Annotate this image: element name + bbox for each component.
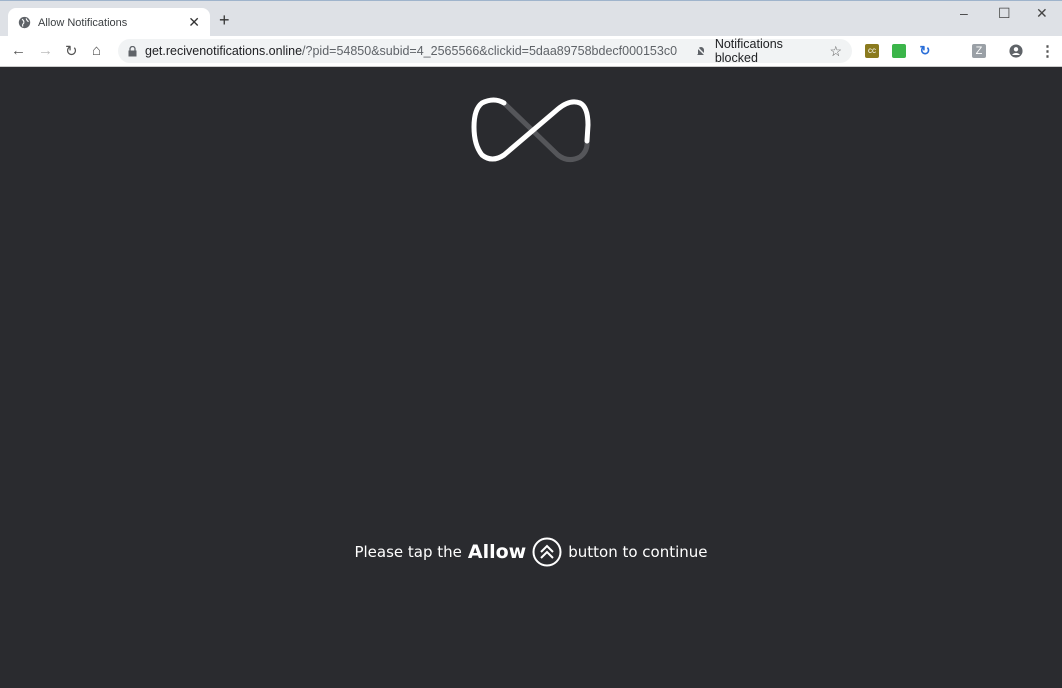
double-chevron-up-icon xyxy=(532,537,562,567)
message-suffix: button to continue xyxy=(568,543,708,561)
url-path: /?pid=54850&subid=4_2565566&clickid=5daa… xyxy=(302,44,677,58)
account-icon[interactable] xyxy=(1009,44,1023,58)
home-button[interactable]: ⌂ xyxy=(92,42,101,59)
message-prefix: Please tap the xyxy=(354,543,462,561)
notifications-blocked-chip[interactable]: Notifications blocked xyxy=(695,37,830,65)
url-text[interactable]: get.recivenotifications.online/?pid=5485… xyxy=(145,44,677,58)
url-host: get.recivenotifications.online xyxy=(145,44,303,58)
close-tab-icon[interactable]: ✕ xyxy=(188,14,200,31)
menu-icon[interactable]: ⋮ xyxy=(1040,42,1055,60)
address-bar[interactable]: get.recivenotifications.online/?pid=5485… xyxy=(118,37,852,65)
allow-instruction: Please tap the Allow button to continue xyxy=(0,537,1062,567)
back-button[interactable]: ← xyxy=(11,42,26,59)
maximize-button[interactable]: ☐ xyxy=(998,5,1011,22)
tab-strip: Allow Notifications ✕ + – ☐ ✕ xyxy=(0,0,1062,37)
z-extension-icon[interactable]: Z xyxy=(972,44,986,58)
bookmark-star-icon[interactable]: ☆ xyxy=(829,43,842,60)
notifications-status: Notifications blocked xyxy=(714,37,783,65)
bell-off-icon xyxy=(695,45,707,57)
globe-icon xyxy=(18,16,31,29)
cc-extension-icon[interactable]: cc xyxy=(865,44,879,58)
lock-icon xyxy=(128,45,137,56)
tab-allow-notifications[interactable]: Allow Notifications ✕ xyxy=(8,8,210,37)
tab-title: Allow Notifications xyxy=(38,16,128,29)
close-window-button[interactable]: ✕ xyxy=(1036,5,1048,22)
reload-button[interactable]: ↻ xyxy=(65,42,78,60)
new-tab-button[interactable]: + xyxy=(219,10,230,31)
toolbar: ← → ↻ ⌂ get.recivenotifications.online/?… xyxy=(0,36,1062,67)
sync-extension-icon[interactable]: ↻ xyxy=(918,44,932,58)
forward-button[interactable]: → xyxy=(38,42,53,59)
page-content: Please tap the Allow button to continue xyxy=(0,67,1062,688)
infinity-logo-icon xyxy=(471,97,591,163)
message-allow-word: Allow xyxy=(467,541,527,563)
green-extension-icon[interactable] xyxy=(892,44,906,58)
minimize-button[interactable]: – xyxy=(960,5,968,21)
